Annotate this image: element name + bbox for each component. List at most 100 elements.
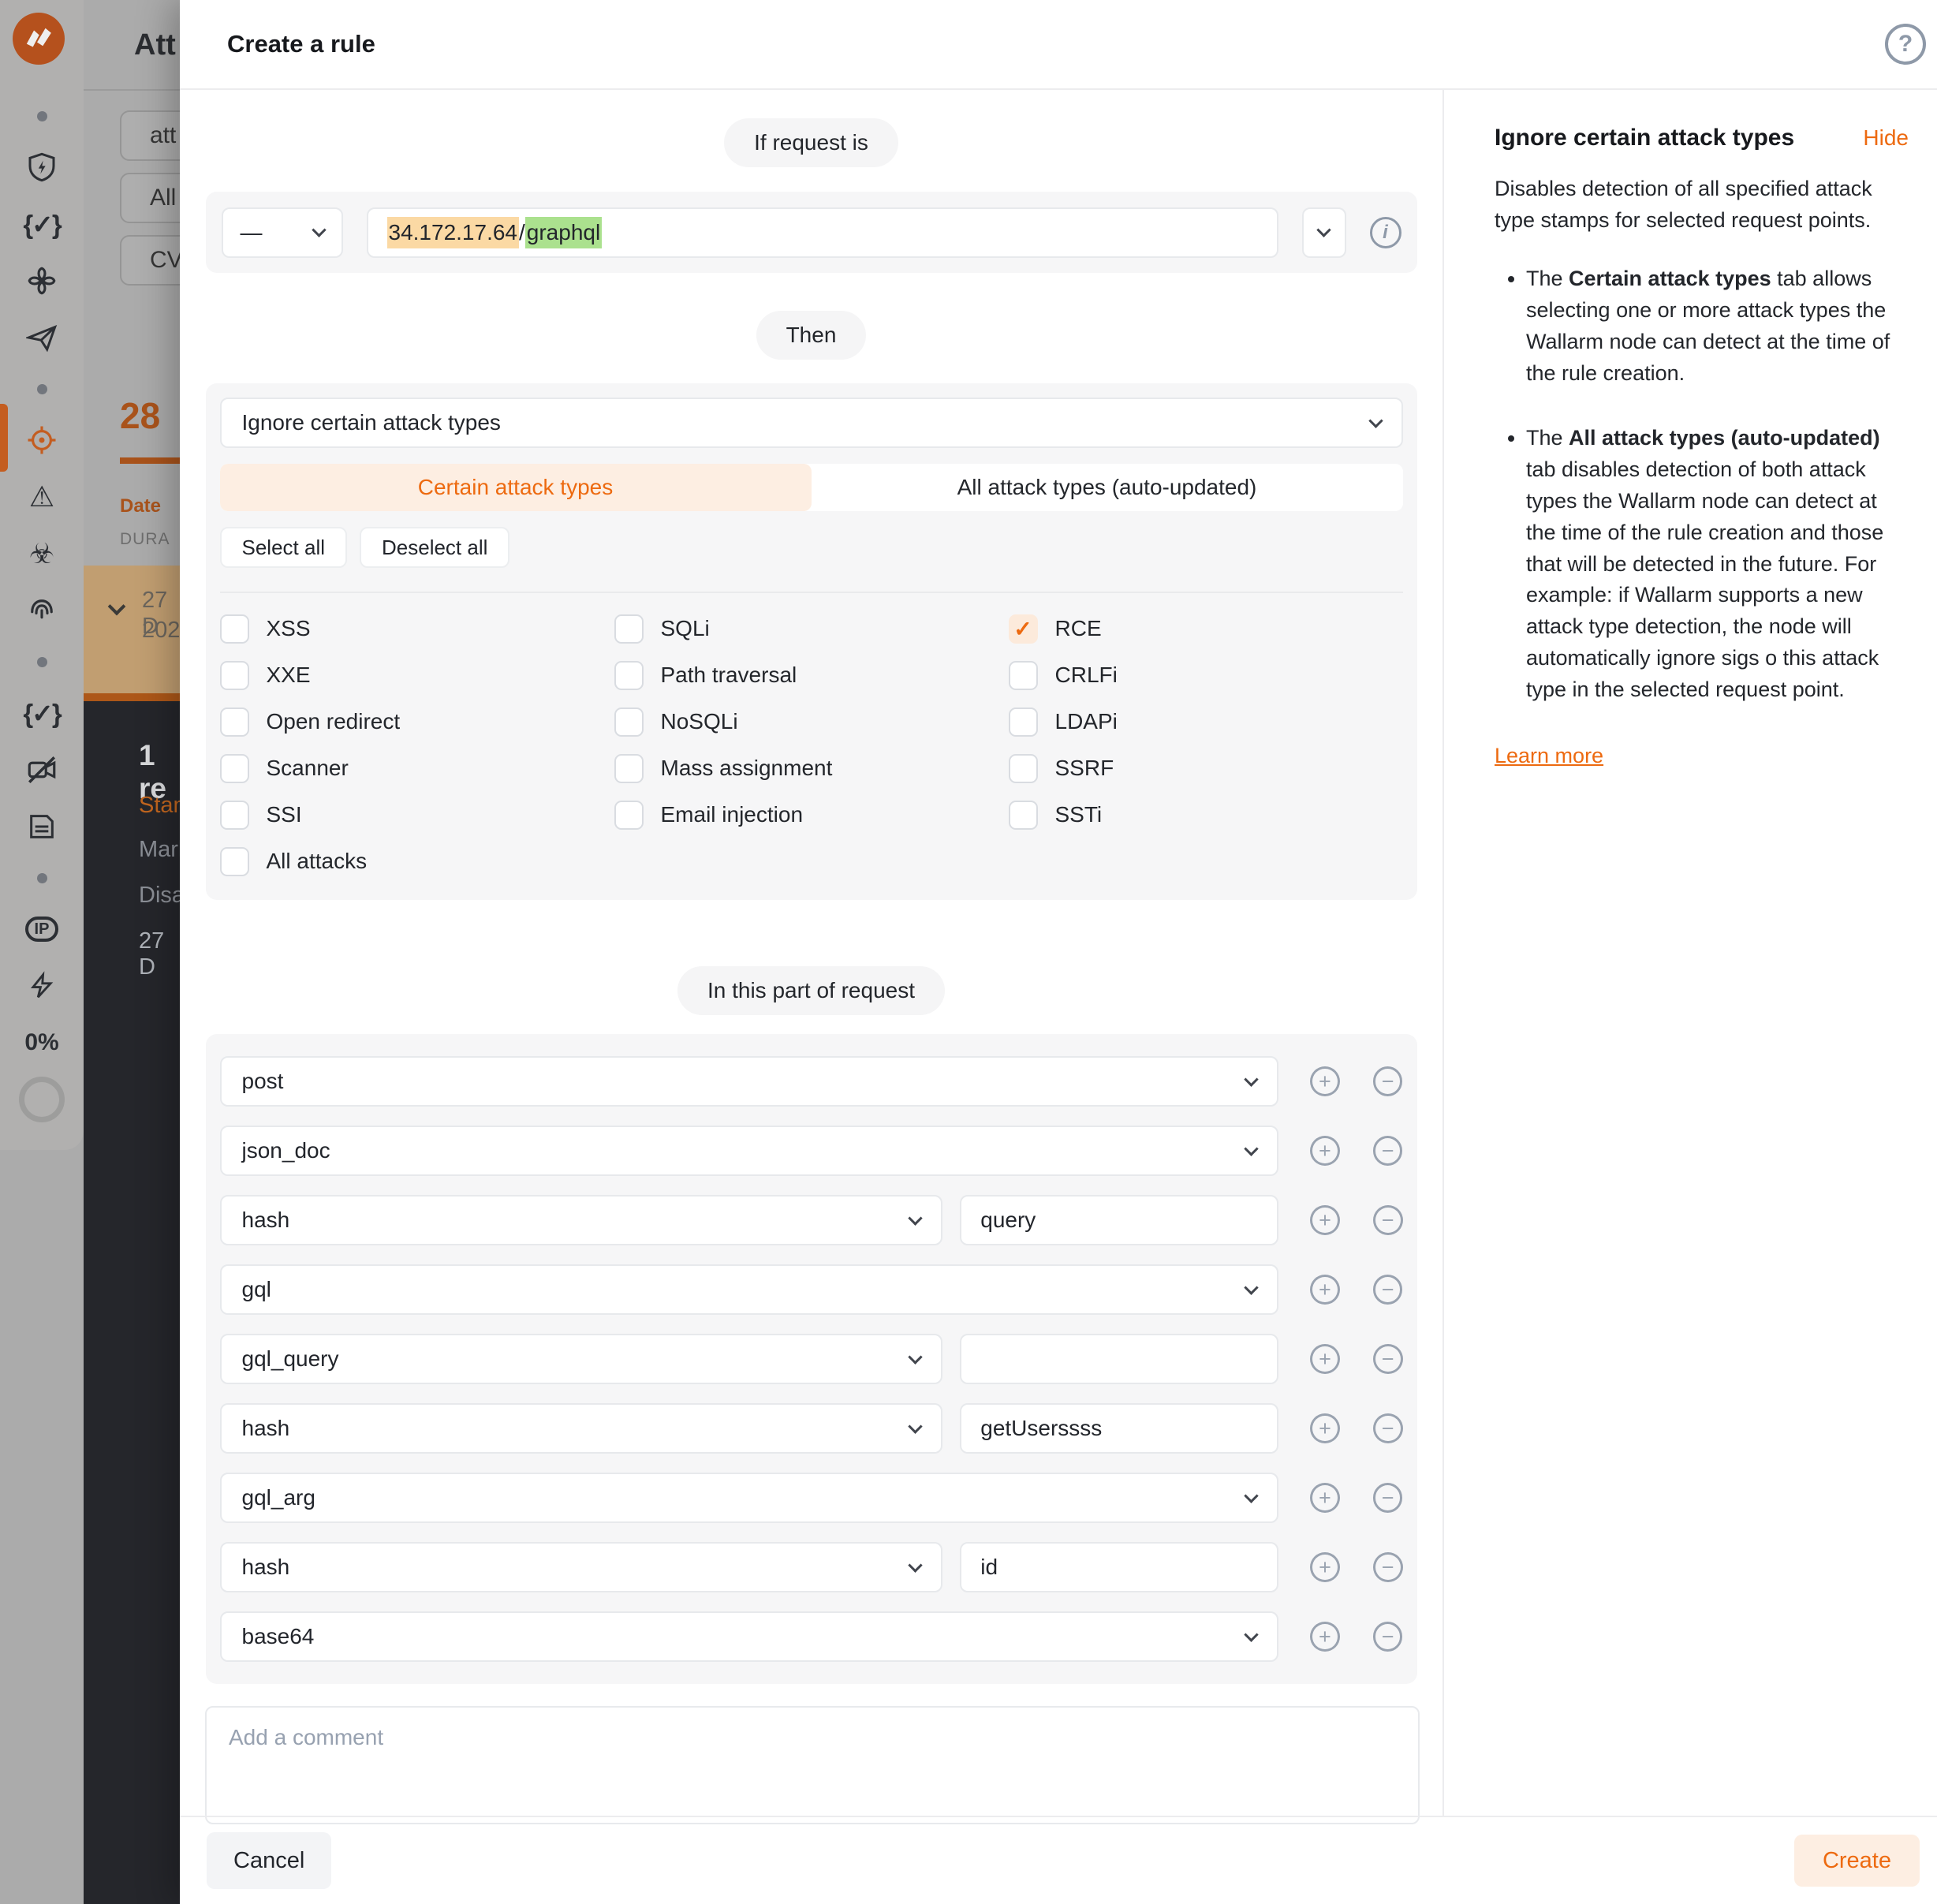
uri-condition-section: — 34.172.17.64/graphql i (206, 192, 1417, 273)
remove-point-icon[interactable]: − (1373, 1136, 1403, 1166)
checkbox-ssti[interactable] (1009, 801, 1038, 830)
attack-type-option[interactable]: XSS (220, 614, 614, 644)
details-link[interactable]: Stan (139, 793, 186, 819)
deselect-all-button[interactable]: Deselect all (360, 527, 509, 568)
attack-type-option[interactable]: SSTi (1009, 800, 1403, 830)
point-row: hash + − (220, 1542, 1403, 1592)
nav-item-attacks-sent[interactable] (0, 309, 84, 366)
remove-point-icon[interactable]: − (1373, 1413, 1403, 1443)
add-point-icon[interactable]: + (1310, 1413, 1340, 1443)
nav-item-incidents[interactable]: ⚠ (0, 469, 84, 525)
remove-point-icon[interactable]: − (1373, 1205, 1403, 1235)
help-icon[interactable]: ? (1885, 24, 1926, 65)
add-point-icon[interactable]: + (1310, 1622, 1340, 1652)
tab-certain-attack-types[interactable]: Certain attack types (220, 464, 812, 511)
checkbox-xss[interactable] (220, 614, 249, 644)
wallarm-logo[interactable] (13, 13, 65, 65)
point-select[interactable]: hash (220, 1195, 943, 1245)
comment-textarea[interactable] (205, 1706, 1420, 1824)
nav-item-attacks-active[interactable] (0, 412, 84, 469)
attack-type-option[interactable]: ✓ RCE (1009, 614, 1403, 644)
cancel-button[interactable]: Cancel (207, 1832, 331, 1889)
attack-type-option[interactable]: CRLFi (1009, 660, 1403, 690)
attack-type-option[interactable]: NoSQLi (614, 707, 1009, 737)
tab-all-attack-types[interactable]: All attack types (auto-updated) (812, 464, 1403, 511)
attack-type-option[interactable]: Scanner (220, 753, 614, 783)
point-value-input[interactable] (960, 1195, 1278, 1245)
selected-attack-row[interactable]: 27 D 2024 (84, 566, 180, 693)
checkbox-ssrf[interactable] (1009, 754, 1038, 783)
nav-item-docs[interactable] (0, 798, 84, 855)
uri-expand-button[interactable] (1302, 207, 1346, 258)
add-point-icon[interactable]: + (1310, 1066, 1340, 1096)
add-point-icon[interactable]: + (1310, 1344, 1340, 1374)
chevron-down-icon[interactable] (108, 598, 126, 616)
attack-type-option[interactable]: SQLi (614, 614, 1009, 644)
nav-item-rules[interactable]: {✓} (0, 685, 84, 741)
checkbox-crlfi[interactable] (1009, 661, 1038, 690)
nav-item-triggers-off[interactable] (0, 741, 84, 798)
point-select[interactable]: hash (220, 1542, 943, 1592)
checkbox-xxe[interactable] (220, 661, 249, 690)
checkbox-all-attacks[interactable] (220, 847, 249, 876)
remove-point-icon[interactable]: − (1373, 1552, 1403, 1582)
nav-item-dashboard[interactable] (0, 139, 84, 196)
attack-type-option[interactable]: XXE (220, 660, 614, 690)
create-button[interactable]: Create (1794, 1835, 1920, 1887)
avatar[interactable] (0, 1071, 84, 1128)
learn-more-link[interactable]: Learn more (1495, 744, 1603, 768)
remove-point-icon[interactable]: − (1373, 1275, 1403, 1305)
nav-item-api-discovery[interactable]: {✓} (0, 196, 84, 252)
checkbox-mass-assignment[interactable] (614, 754, 644, 783)
nav-item-vulnerabilities[interactable]: ☣ (0, 525, 84, 582)
nav-item-ip-lists[interactable]: IP (0, 901, 84, 958)
attack-type-option[interactable]: Email injection (614, 800, 1009, 830)
select-all-button[interactable]: Select all (220, 527, 348, 568)
nav-item-nodes[interactable] (0, 252, 84, 309)
checkbox-scanner[interactable] (220, 754, 249, 783)
point-value-input[interactable] (960, 1403, 1278, 1454)
attack-type-option[interactable]: LDAPi (1009, 707, 1403, 737)
remove-point-icon[interactable]: − (1373, 1066, 1403, 1096)
checkbox-open-redirect[interactable] (220, 707, 249, 737)
point-select[interactable]: hash (220, 1403, 943, 1454)
point-select[interactable]: json_doc (220, 1126, 1279, 1176)
point-value-input[interactable] (960, 1334, 1278, 1384)
checkbox-ldapi[interactable] (1009, 707, 1038, 737)
checkbox-path-traversal[interactable] (614, 661, 644, 690)
remove-point-icon[interactable]: − (1373, 1344, 1403, 1374)
method-select[interactable]: — (222, 207, 343, 258)
checkbox-email-injection[interactable] (614, 801, 644, 830)
remove-point-icon[interactable]: − (1373, 1622, 1403, 1652)
add-point-icon[interactable]: + (1310, 1483, 1340, 1513)
point-select[interactable]: post (220, 1056, 1279, 1107)
attack-type-option[interactable]: SSI (220, 800, 614, 830)
point-value-input[interactable] (960, 1542, 1278, 1592)
checkbox-ssi[interactable] (220, 801, 249, 830)
nav-item-integrations[interactable] (0, 958, 84, 1014)
point-select[interactable]: gql (220, 1264, 1279, 1315)
add-point-icon[interactable]: + (1310, 1205, 1340, 1235)
add-point-icon[interactable]: + (1310, 1275, 1340, 1305)
checkbox-sqli[interactable] (614, 614, 644, 644)
attack-type-option[interactable]: Open redirect (220, 707, 614, 737)
checkbox-rce[interactable]: ✓ (1009, 614, 1038, 644)
sort-date-label[interactable]: Date (120, 495, 161, 517)
attack-type-option[interactable]: Path traversal (614, 660, 1009, 690)
info-icon[interactable]: i (1370, 217, 1401, 248)
attack-type-option[interactable]: Mass assignment (614, 753, 1009, 783)
nav-item-scanner[interactable] (0, 582, 84, 639)
point-select[interactable]: gql_query (220, 1334, 943, 1384)
add-point-icon[interactable]: + (1310, 1136, 1340, 1166)
add-point-icon[interactable]: + (1310, 1552, 1340, 1582)
hide-help-link[interactable]: Hide (1863, 125, 1909, 151)
chevron-down-icon (909, 1211, 923, 1225)
uri-input[interactable]: 34.172.17.64/graphql (367, 207, 1278, 258)
point-select[interactable]: gql_arg (220, 1473, 1279, 1523)
remove-point-icon[interactable]: − (1373, 1483, 1403, 1513)
attack-type-option[interactable]: All attacks (220, 846, 614, 876)
rule-type-select[interactable]: Ignore certain attack types (220, 398, 1403, 448)
attack-type-option[interactable]: SSRF (1009, 753, 1403, 783)
checkbox-nosqli[interactable] (614, 707, 644, 737)
point-select[interactable]: base64 (220, 1611, 1279, 1662)
